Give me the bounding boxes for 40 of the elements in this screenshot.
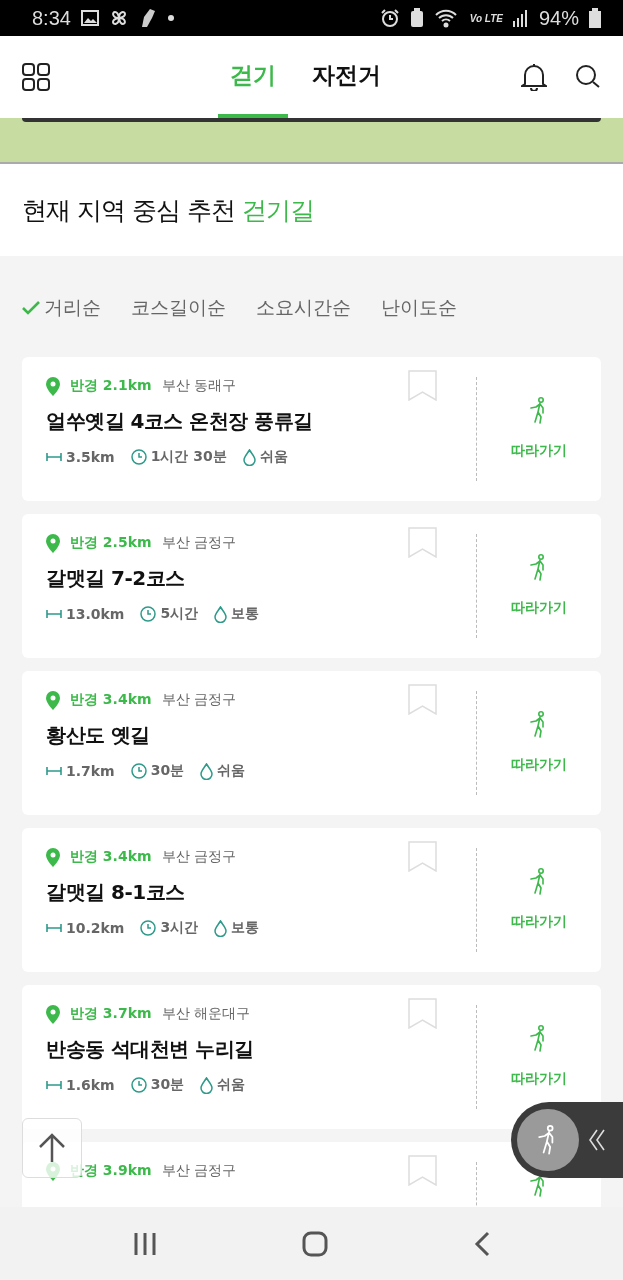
- battery-percent: 94%: [538, 6, 579, 30]
- duration-label: 30분: [150, 762, 185, 780]
- difficulty-label: 보통: [231, 605, 260, 623]
- course-name: 갈맷길 7-2코스: [46, 565, 186, 592]
- duration-label: 1시간 30분: [150, 448, 227, 466]
- course-name: 갈맷길 8-1코스: [46, 879, 186, 906]
- region-label: 부산 금정구: [161, 534, 237, 552]
- course-name: 얼쑤옛길 4코스 온천장 풍류길: [46, 408, 314, 435]
- sort-option[interactable]: 거리순: [22, 295, 101, 321]
- radius-label: 반경 2.5km: [70, 534, 152, 552]
- region-label: 부산 금정구: [161, 691, 237, 709]
- radius-label: 반경 3.7km: [70, 1005, 152, 1023]
- region-label: 부산 금정구: [161, 1162, 237, 1180]
- radius-label: 반경 3.4km: [70, 691, 152, 709]
- distance-label: 13.0km: [66, 606, 125, 622]
- difficulty-label: 쉬움: [259, 448, 288, 466]
- difficulty-label: 쉬움: [217, 762, 246, 780]
- course-name: 반송동 석대천변 누리길: [46, 1036, 255, 1063]
- duration-label: 3시간: [160, 919, 199, 937]
- network-label: Vo LTE: [469, 12, 503, 24]
- radius-label: 반경 2.1km: [70, 377, 152, 395]
- difficulty-label: 보통: [231, 919, 260, 937]
- duration-label: 5시간: [160, 605, 199, 623]
- sort-option[interactable]: 난이도순: [381, 295, 457, 321]
- radius-label: 반경 3.4km: [70, 848, 152, 866]
- sort-option[interactable]: 소요시간순: [256, 295, 351, 321]
- course-name: 황산도 옛길: [46, 722, 151, 749]
- sort-option[interactable]: 코스길이순: [131, 295, 226, 321]
- difficulty-label: 쉬움: [217, 1076, 246, 1094]
- tab[interactable]: 자전거: [300, 36, 393, 118]
- region-label: 부산 동래구: [161, 377, 237, 395]
- clock-time: 8:34: [32, 6, 71, 30]
- duration-label: 30분: [150, 1076, 185, 1094]
- distance-label: 3.5km: [66, 449, 115, 465]
- distance-label: 1.7km: [66, 763, 115, 779]
- section-title: 현재 지역 중심 추천 걷기길: [22, 194, 314, 227]
- region-label: 부산 금정구: [161, 848, 237, 866]
- region-label: 부산 해운대구: [161, 1005, 251, 1023]
- distance-label: 10.2km: [66, 920, 125, 936]
- distance-label: 1.6km: [66, 1077, 115, 1093]
